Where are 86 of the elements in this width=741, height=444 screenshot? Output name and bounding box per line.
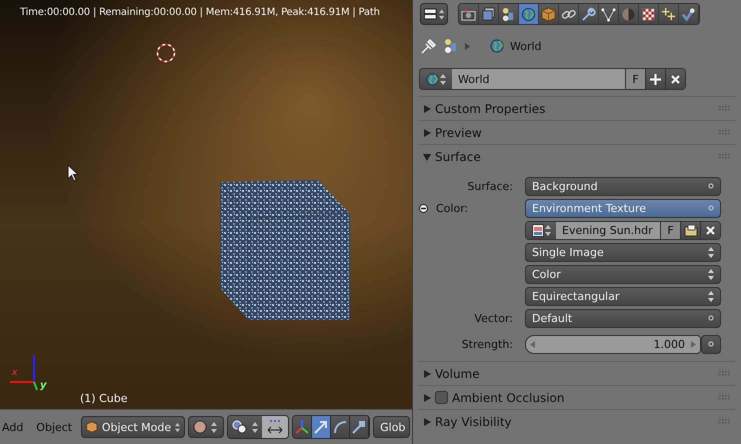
properties-tab[interactable] [519, 4, 539, 24]
pivot-dropdown[interactable] [228, 416, 262, 438]
axis-label: x [12, 368, 18, 378]
collapsed-triangle-icon [423, 394, 431, 402]
manipulator-button[interactable] [331, 416, 350, 438]
scale-handle-icon [351, 419, 368, 436]
breadcrumb-arrow-icon [465, 42, 470, 50]
checkerboard-icon [641, 6, 656, 22]
node-link-button[interactable]: Environment Texture [525, 198, 721, 218]
drag-grip-icon [719, 106, 731, 111]
globe-icon [521, 6, 536, 22]
checkmark-ball-icon [681, 6, 696, 22]
field-label: Vector: [474, 312, 513, 324]
crosshair-cursor-icon [156, 43, 176, 63]
mode-dropdown[interactable]: Object Mode [81, 416, 186, 438]
light-and-shapes-icon [501, 6, 516, 22]
dots-and-arrows-icon [266, 419, 284, 436]
dropdown-menu[interactable]: Equirectangular [525, 286, 721, 306]
dot-icon [708, 183, 714, 189]
circles-icon [232, 420, 248, 434]
collapse-minus-icon[interactable] [419, 204, 428, 212]
manipulator-button[interactable] [293, 416, 312, 438]
dropdown-menu[interactable]: Single Image [525, 242, 721, 262]
socket-button[interactable] [701, 334, 721, 354]
active-object-label: (1) Cube [80, 392, 128, 405]
properties-tab[interactable] [499, 4, 519, 24]
arc-icon [332, 419, 348, 436]
properties-tab[interactable] [679, 4, 699, 24]
checkbox[interactable] [435, 391, 448, 404]
dot-icon [708, 205, 714, 211]
field-label: Color: [436, 202, 468, 214]
up-down-arrows-icon [175, 422, 180, 433]
properties-tab[interactable] [559, 4, 579, 24]
triangle-vertices-icon [601, 6, 616, 22]
menu-item[interactable]: Add [2, 420, 34, 434]
properties-tab[interactable] [479, 4, 499, 24]
drag-grip-icon [719, 371, 731, 376]
menu-item[interactable]: Object [36, 420, 78, 434]
up-down-arrows-icon [252, 422, 258, 433]
collapsed-triangle-icon [423, 104, 431, 112]
editor-type-button[interactable] [420, 3, 448, 25]
drag-grip-icon [719, 154, 731, 159]
properties-tab[interactable] [579, 4, 599, 24]
globe-icon [490, 39, 504, 53]
manipulate-center-button[interactable] [262, 416, 288, 438]
drag-grip-icon [719, 130, 731, 135]
manipulator-button[interactable] [350, 416, 370, 438]
sphere-icon [621, 6, 636, 22]
properties-tab[interactable] [459, 4, 479, 24]
axes-icon [294, 419, 310, 436]
axis-label: y [40, 380, 47, 391]
up-down-arrows-icon [708, 268, 714, 280]
expanded-triangle-icon [423, 152, 431, 160]
render-stats: Time:00:00.00 | Remaining:00:00.00 | Mem:416.91M, Peak:416.91M | Path [20, 7, 380, 18]
properties-tab[interactable] [539, 4, 559, 24]
up-down-arrows-icon [438, 8, 444, 20]
orientation-dropdown[interactable]: Glob [373, 416, 410, 438]
up-down-arrows-icon [211, 422, 218, 433]
field-label: Strength: [462, 338, 513, 350]
axis-gizmo-drawing [10, 355, 40, 391]
sphere-icon [193, 420, 208, 434]
collapsed-triangle-icon [423, 418, 431, 426]
panel-layout-icon [424, 8, 437, 20]
mouse-pointer-icon [67, 164, 79, 182]
properties-tab[interactable] [639, 4, 659, 24]
image-stack-icon [481, 6, 496, 22]
node-link-button[interactable]: Default [525, 308, 721, 328]
sparkles-icon [661, 6, 676, 22]
dot-icon [708, 315, 714, 321]
dot-icon [708, 341, 714, 347]
properties-tab[interactable] [599, 4, 619, 24]
dropdown-menu[interactable]: Color [525, 264, 721, 284]
arrow-icon [313, 419, 330, 436]
drag-grip-icon [719, 395, 731, 400]
up-down-arrows-icon [708, 246, 714, 258]
shading-dropdown[interactable] [188, 416, 224, 438]
manipulator-button[interactable] [312, 416, 332, 438]
collapsed-triangle-icon [423, 128, 431, 136]
field-label: Surface: [467, 180, 513, 192]
collapsed-triangle-icon [423, 370, 431, 378]
up-down-arrows-icon [708, 290, 714, 302]
breadcrumb-label: World [510, 40, 542, 52]
node-link-button[interactable]: Background [525, 176, 721, 196]
properties-tab[interactable] [659, 4, 679, 24]
drag-grip-icon [719, 419, 731, 424]
scene-icon [443, 38, 459, 54]
